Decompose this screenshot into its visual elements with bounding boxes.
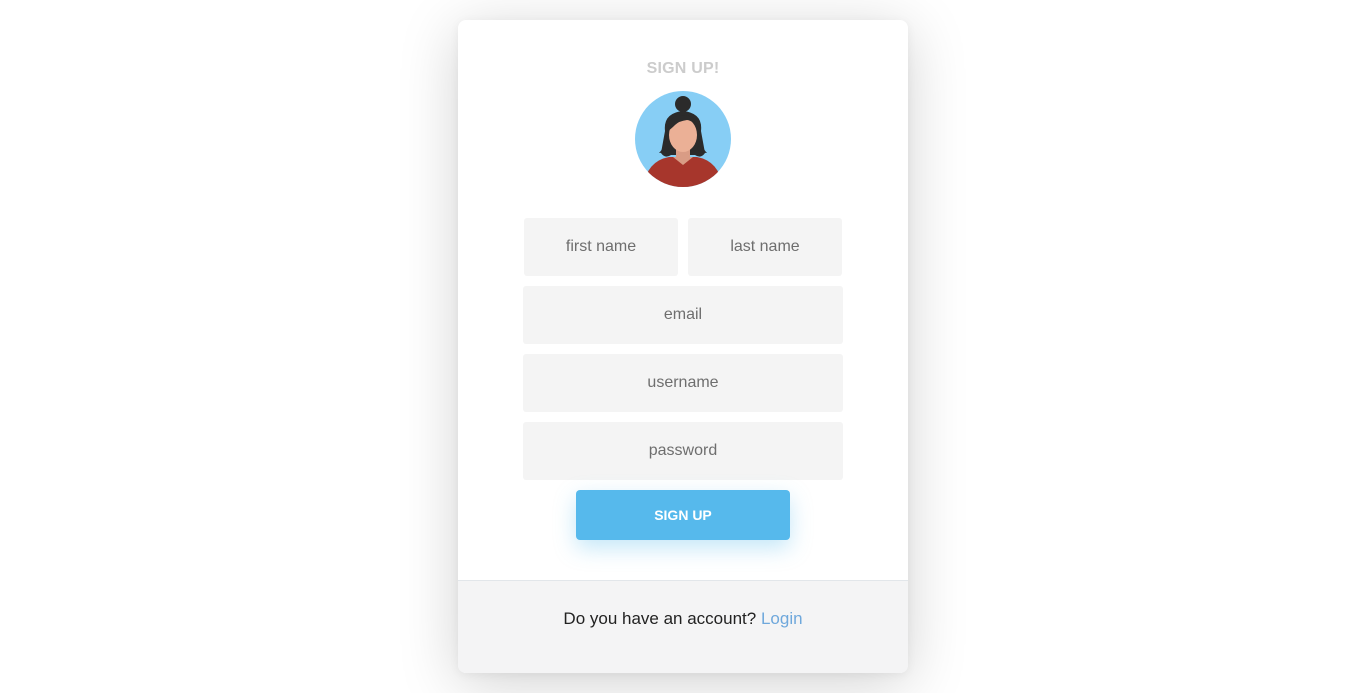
signup-card: SIGN UP! SIGN UP Do (458, 20, 908, 673)
first-name-input[interactable] (524, 218, 678, 276)
login-prompt-text: Do you have an account? (563, 609, 757, 628)
woman-avatar-icon (635, 91, 731, 187)
username-input[interactable] (523, 354, 843, 412)
sign-up-button[interactable]: SIGN UP (576, 490, 790, 540)
password-input[interactable] (523, 422, 843, 480)
card-footer: Do you have an account? Login (458, 580, 908, 673)
login-prompt-row: Do you have an account? Login (458, 609, 908, 629)
email-input[interactable] (523, 286, 843, 344)
form-title: SIGN UP! (646, 60, 720, 77)
last-name-input[interactable] (688, 218, 842, 276)
login-link[interactable]: Login (761, 609, 803, 628)
